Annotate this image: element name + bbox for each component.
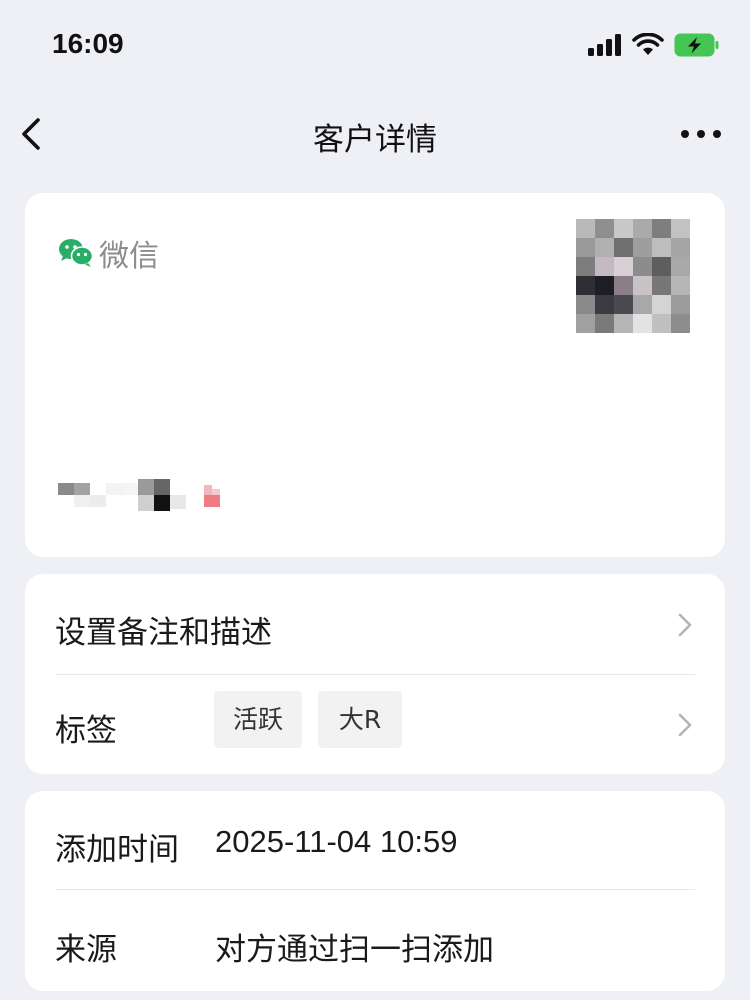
remark-row[interactable]: 设置备注和描述 bbox=[25, 574, 725, 674]
row-divider bbox=[55, 889, 695, 890]
tag-chip[interactable]: 大R bbox=[318, 691, 402, 748]
source-tag: 微信 bbox=[58, 231, 159, 275]
status-bar: 16:09 bbox=[0, 0, 750, 92]
menu-card: 设置备注和描述 标签 活跃 大R bbox=[25, 574, 725, 774]
more-dots-icon bbox=[681, 130, 721, 138]
remark-label: 设置备注和描述 bbox=[55, 615, 272, 651]
chevron-right-icon bbox=[678, 713, 692, 737]
page-title: 客户详情 bbox=[313, 122, 437, 158]
source-row: 来源 对方通过扫一扫添加 bbox=[25, 891, 725, 991]
source-label: 来源 bbox=[55, 932, 117, 968]
added-time-row: 添加时间 2025-11-04 10:59 bbox=[25, 791, 725, 891]
tags-label: 标签 bbox=[55, 713, 117, 749]
status-time: 16:09 bbox=[52, 28, 124, 59]
battery-charging-icon bbox=[674, 33, 719, 57]
signal-icon bbox=[588, 34, 621, 56]
nickname-pixelated bbox=[58, 479, 220, 511]
status-icons bbox=[588, 33, 720, 57]
avatar[interactable] bbox=[576, 219, 690, 333]
added-time-value: 2025-11-04 10:59 bbox=[215, 824, 458, 859]
profile-card: 微信 bbox=[25, 193, 725, 557]
added-time-label: 添加时间 bbox=[55, 832, 179, 868]
source-label: 微信 bbox=[99, 239, 159, 274]
info-card: 添加时间 2025-11-04 10:59 来源 对方通过扫一扫添加 bbox=[25, 791, 725, 991]
wechat-icon bbox=[59, 239, 94, 267]
source-value: 对方通过扫一扫添加 bbox=[215, 932, 494, 967]
nav-bar: 客户详情 bbox=[0, 92, 750, 176]
chevron-right-icon bbox=[678, 613, 692, 637]
tag-chip[interactable]: 活跃 bbox=[214, 691, 302, 748]
wifi-icon bbox=[632, 33, 664, 55]
more-button[interactable] bbox=[680, 126, 722, 140]
